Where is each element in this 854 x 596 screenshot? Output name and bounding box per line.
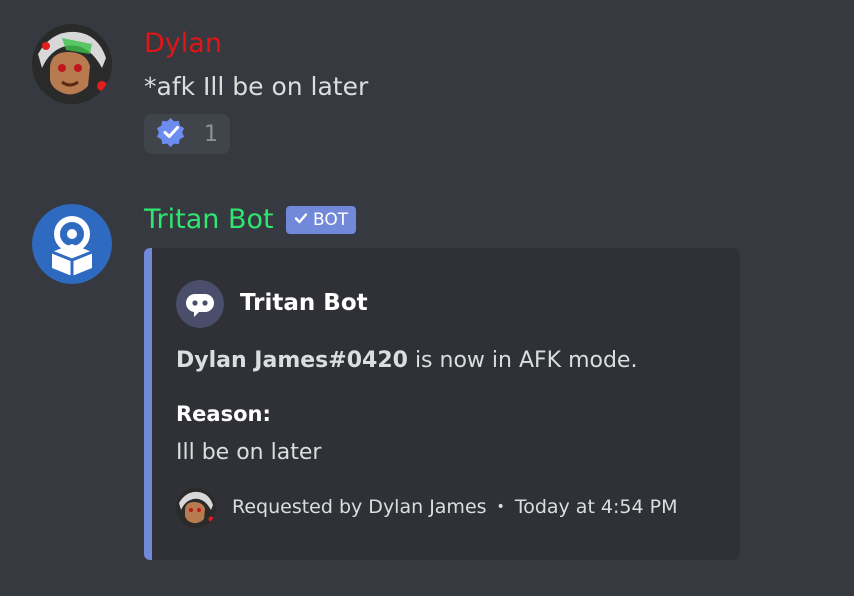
bot-avatar[interactable] (32, 204, 112, 284)
embed-field-value: Ill be on later (176, 440, 322, 465)
embed-description: Dylan James#0420 is now in AFK mode. (176, 348, 637, 373)
author-name[interactable]: Dylan (144, 28, 222, 59)
verified-check-badge-icon (156, 117, 186, 151)
check-icon (294, 210, 308, 230)
footer-separator: • (496, 499, 505, 515)
bot-badge: BOT (286, 206, 357, 234)
reaction-count: 1 (204, 121, 218, 147)
embed-color-bar (144, 248, 152, 560)
embed: Tritan Bot Dylan James#0420 is now in AF… (144, 248, 740, 560)
footer-text: Requested by Dylan James (232, 496, 487, 518)
embed-field-name: Reason: (176, 402, 271, 426)
embed-description-text: is now in AFK mode. (407, 348, 638, 373)
embed-author-name[interactable]: Tritan Bot (240, 290, 368, 316)
bot-badge-label: BOT (313, 210, 349, 230)
avatar[interactable] (32, 24, 112, 104)
footer-avatar (176, 488, 216, 528)
embed-description-user: Dylan James#0420 (176, 348, 408, 373)
bot-author-name[interactable]: Tritan Bot (144, 204, 274, 235)
reaction-button[interactable]: 1 (144, 114, 230, 154)
footer-timestamp: Today at 4:54 PM (514, 496, 678, 518)
embed-author-icon (176, 280, 224, 328)
message-content: *afk Ill be on later (144, 72, 369, 101)
embed-footer: Requested by Dylan James • Today at 4:54… (232, 496, 678, 518)
